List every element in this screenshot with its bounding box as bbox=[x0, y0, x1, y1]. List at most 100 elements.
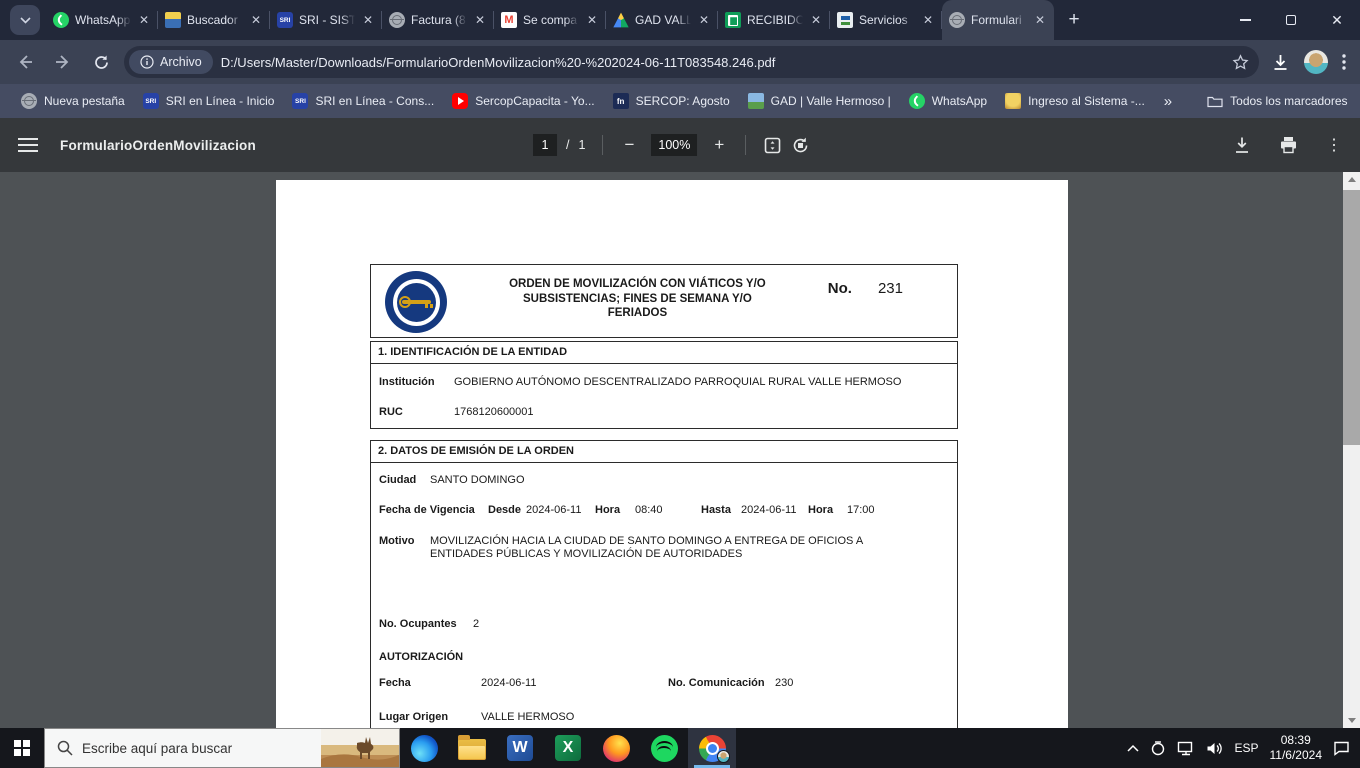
taskbar-excel[interactable] bbox=[544, 728, 592, 768]
bookmark-sri-inicio[interactable]: SRI en Línea - Inicio bbox=[134, 88, 284, 114]
close-button[interactable]: ✕ bbox=[1314, 0, 1360, 40]
sri-icon bbox=[277, 12, 293, 28]
taskbar-edge[interactable] bbox=[400, 728, 448, 768]
tab-factura[interactable]: Factura (8 ✕ bbox=[382, 0, 494, 40]
taskbar-word[interactable] bbox=[496, 728, 544, 768]
volume-icon[interactable] bbox=[1206, 741, 1223, 756]
ethernet-network-icon[interactable] bbox=[1177, 741, 1195, 756]
address-bar[interactable]: Archivo D:/Users/Master/Downloads/Formul… bbox=[124, 46, 1259, 78]
bookmark-sri-consultas[interactable]: SRI en Línea - Cons... bbox=[283, 88, 443, 114]
bookmarks-overflow-button[interactable]: » bbox=[1154, 93, 1182, 110]
action-center-icon[interactable] bbox=[1333, 740, 1350, 756]
bookmark-gad-valle-hermoso[interactable]: GAD | Valle Hermoso | bbox=[739, 88, 900, 114]
zoom-level-input[interactable]: 100% bbox=[651, 134, 697, 156]
back-button[interactable] bbox=[10, 47, 40, 77]
tab-close-icon[interactable]: ✕ bbox=[697, 13, 711, 27]
tab-servicios[interactable]: Servicios ✕ bbox=[830, 0, 942, 40]
page-number-input[interactable]: 1 bbox=[533, 134, 557, 156]
scrollbar-thumb[interactable] bbox=[1343, 190, 1360, 445]
scroll-up-icon bbox=[1348, 177, 1356, 182]
scroll-up-button[interactable] bbox=[1343, 172, 1360, 187]
tab-close-icon[interactable]: ✕ bbox=[921, 13, 935, 27]
tab-close-icon[interactable]: ✕ bbox=[361, 13, 375, 27]
autorizacion-header: AUTORIZACIÓN bbox=[379, 651, 463, 664]
taskbar-chrome-active[interactable] bbox=[688, 728, 736, 768]
chrome-profile-avatar bbox=[717, 750, 730, 763]
tab-close-icon[interactable]: ✕ bbox=[585, 13, 599, 27]
search-highlight-image[interactable] bbox=[321, 729, 399, 767]
zoom-out-button[interactable]: − bbox=[620, 135, 638, 155]
rotate-icon[interactable] bbox=[791, 136, 810, 155]
ocupantes-row: No. Ocupantes 2 bbox=[379, 618, 949, 631]
forward-button[interactable] bbox=[48, 47, 78, 77]
new-tab-button[interactable]: + bbox=[1060, 6, 1088, 34]
bank-icon bbox=[837, 12, 853, 28]
pdf-toolbar: FormularioOrdenMovilizacion 1 / 1 − 100%… bbox=[0, 118, 1360, 172]
viewer-scrollbar[interactable] bbox=[1343, 172, 1360, 728]
edge-icon bbox=[411, 735, 438, 762]
reload-button[interactable] bbox=[86, 47, 116, 77]
tab-formulario-active[interactable]: Formulari ✕ bbox=[942, 0, 1054, 40]
tab-whatsapp[interactable]: WhatsApp ✕ bbox=[46, 0, 158, 40]
page-total: 1 bbox=[579, 138, 586, 152]
pdf-menu-icon[interactable] bbox=[18, 138, 38, 152]
tab-gad-drive[interactable]: GAD VALL ✕ bbox=[606, 0, 718, 40]
file-scheme-chip[interactable]: Archivo bbox=[129, 50, 213, 74]
tab-sri-sistema[interactable]: SRI - SISTE ✕ bbox=[270, 0, 382, 40]
taskbar-spotify[interactable] bbox=[640, 728, 688, 768]
pdf-download-icon[interactable] bbox=[1233, 136, 1251, 154]
tab-buscador[interactable]: Buscador ✕ bbox=[158, 0, 270, 40]
zoom-in-button[interactable]: + bbox=[710, 135, 728, 155]
window-controls: ✕ bbox=[1222, 0, 1360, 40]
desde-value: 2024-06-11 bbox=[526, 504, 595, 517]
fecha-label: Fecha bbox=[379, 677, 481, 690]
taskbar-clock[interactable]: 08:39 11/6/2024 bbox=[1270, 733, 1323, 763]
bookmark-ingreso-sistema[interactable]: Ingreso al Sistema -... bbox=[996, 88, 1154, 114]
bookmark-whatsapp[interactable]: WhatsApp bbox=[900, 88, 996, 114]
print-icon[interactable] bbox=[1279, 136, 1298, 154]
taskbar-file-explorer[interactable] bbox=[448, 728, 496, 768]
start-button[interactable] bbox=[0, 728, 44, 768]
fit-to-page-icon[interactable] bbox=[763, 136, 782, 155]
form-header-box: ORDEN DE MOVILIZACIÓN CON VIÁTICOS Y/O S… bbox=[370, 264, 958, 338]
pdf-more-options-icon[interactable]: ⋮ bbox=[1326, 135, 1342, 155]
tab-close-icon[interactable]: ✕ bbox=[809, 13, 823, 27]
ruc-label: RUC bbox=[379, 406, 454, 419]
profile-avatar[interactable] bbox=[1304, 50, 1328, 74]
section1-body: Institución GOBIERNO AUTÓNOMO DESCENTRAL… bbox=[371, 376, 957, 419]
all-bookmarks-button[interactable]: Todos los marcadores bbox=[1198, 88, 1356, 114]
excel-icon bbox=[555, 735, 581, 761]
chevron-down-icon bbox=[20, 17, 31, 24]
tab-gmail[interactable]: Se compa ✕ bbox=[494, 0, 606, 40]
no-label: No. bbox=[828, 280, 852, 332]
downloads-icon[interactable] bbox=[1271, 53, 1290, 72]
scroll-down-button[interactable] bbox=[1343, 713, 1360, 728]
language-indicator[interactable]: ESP bbox=[1234, 741, 1258, 755]
back-icon bbox=[16, 53, 34, 71]
fecha-value: 2024-06-11 bbox=[481, 677, 668, 690]
taskbar-firefox[interactable] bbox=[592, 728, 640, 768]
tray-expand-icon[interactable] bbox=[1127, 744, 1139, 752]
info-icon bbox=[140, 55, 154, 69]
onedrive-status-icon[interactable] bbox=[1150, 740, 1166, 756]
page-separator: / bbox=[566, 138, 569, 152]
browser-menu-icon[interactable] bbox=[1342, 54, 1346, 70]
tab-close-icon[interactable]: ✕ bbox=[137, 13, 151, 27]
tab-close-icon[interactable]: ✕ bbox=[1033, 13, 1047, 27]
desde-label: Desde bbox=[488, 504, 526, 517]
tab-close-icon[interactable]: ✕ bbox=[249, 13, 263, 27]
tab-search-button[interactable] bbox=[10, 5, 40, 35]
bookmark-sercop-agosto[interactable]: SERCOP: Agosto bbox=[604, 88, 739, 114]
taskbar-search-box[interactable]: Escribe aquí para buscar bbox=[44, 728, 400, 768]
motivo-row: Motivo MOVILIZACIÓN HACIA LA CIUDAD DE S… bbox=[379, 535, 949, 561]
tab-close-icon[interactable]: ✕ bbox=[473, 13, 487, 27]
seal-core bbox=[397, 283, 436, 322]
form-title-line1: ORDEN DE MOVILIZACIÓN CON VIÁTICOS Y/O bbox=[451, 277, 824, 292]
maximize-button[interactable] bbox=[1268, 0, 1314, 40]
tab-recibido[interactable]: RECIBIDO ✕ bbox=[718, 0, 830, 40]
bookmark-sercopcapacita[interactable]: SercopCapacita - Yo... bbox=[443, 88, 603, 114]
bookmark-nueva-pestana[interactable]: Nueva pestaña bbox=[12, 88, 134, 114]
bookmark-star-button[interactable] bbox=[1232, 54, 1249, 71]
contraloria-seal-logo bbox=[385, 271, 447, 333]
minimize-button[interactable] bbox=[1222, 0, 1268, 40]
